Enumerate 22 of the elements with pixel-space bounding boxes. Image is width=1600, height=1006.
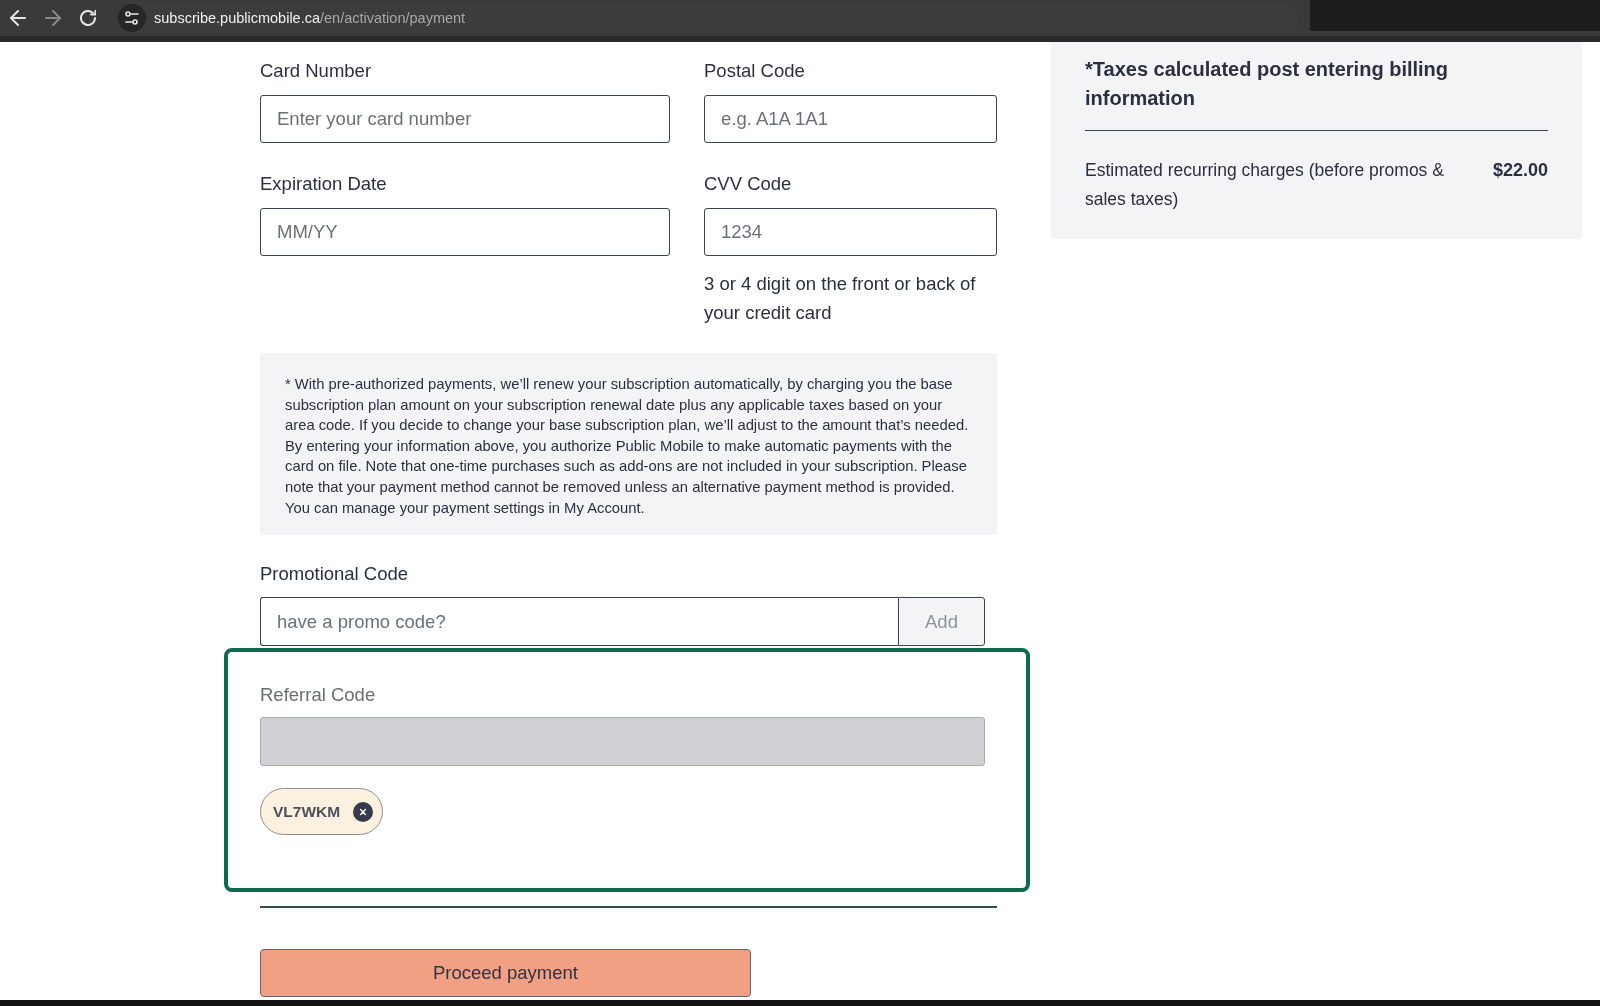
- chip-label: VL7WKM: [273, 802, 341, 821]
- input-field[interactable]: MM/YY: [260, 208, 670, 256]
- field-label: Expiration Date: [260, 172, 387, 196]
- field-label: Promotional Code: [260, 562, 409, 587]
- input-field[interactable]: e.g. A1A 1A1: [704, 95, 997, 143]
- charge-label: Estimated recurring charges (before promos & sales taxes): [1085, 159, 1445, 211]
- input-field[interactable]: 1234: [704, 208, 997, 256]
- sliders-icon[interactable]: [118, 4, 146, 32]
- reload-icon[interactable]: [80, 10, 96, 26]
- field-label: Postal Code: [704, 59, 805, 83]
- url-text: subscribe.publicmobile.ca/en/activation/payment: [154, 10, 466, 26]
- field-label: Referral Code: [260, 683, 376, 708]
- charge-amount: $22.00: [1492, 159, 1548, 182]
- back-arrow-icon[interactable]: [10, 10, 26, 26]
- input-field[interactable]: Enter your card number: [260, 95, 670, 143]
- notice-text: * With pre-authorized payments, we’ll renew your subscription automatically, by charging you the base subscription plan amount on your subscription renewal date plus any applicable taxes based on your area code. If you decide to change your base subscription plan, we’ll adjust to the amount that’s needed. By entering your information above, you authorize Public Mobile to make automatic payments with the card on file. Note that one-time purchases such as add-ons are not included in your subscription. Please note that your payment method cannot be removed unless an alternative payment method is provided. You can manage your payment settings in My Account.: [285, 375, 970, 518]
- summary-title: *Taxes calculated post entering billing information: [1085, 57, 1450, 111]
- proceed-payment-button[interactable]: Proceed payment: [260, 949, 751, 998]
- field-label: CVV Code: [704, 172, 792, 196]
- field-label: Card Number: [260, 59, 372, 83]
- promo-code-field[interactable]: have a promo code?: [260, 597, 898, 647]
- field-hint: 3 or 4 digit on the front or back of your credit card: [704, 272, 977, 325]
